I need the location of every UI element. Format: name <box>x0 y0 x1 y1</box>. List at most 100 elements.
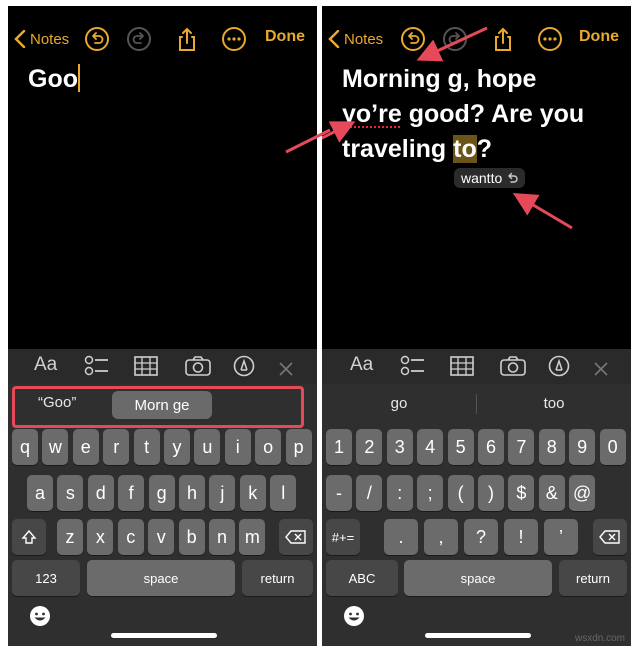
markup-pen-icon[interactable] <box>233 355 255 377</box>
key-h[interactable]: h <box>179 475 205 511</box>
key-punct-2[interactable]: ? <box>464 519 498 555</box>
note-text: Goo <box>28 65 78 93</box>
arrow-to-undo <box>416 26 488 62</box>
key-u[interactable]: u <box>194 429 221 465</box>
chevron-left-icon <box>14 30 26 48</box>
key-punct-4[interactable]: ’ <box>544 519 578 555</box>
notes-screen-left: Notes Done Goo Aa “Goo” Morn ge qwertyui… <box>8 6 317 646</box>
abc-key[interactable]: ABC <box>326 560 398 596</box>
key-x[interactable]: x <box>87 519 114 555</box>
text-format-icon[interactable]: Aa <box>350 354 373 376</box>
key-&[interactable]: & <box>538 475 565 511</box>
space-key[interactable]: space <box>404 560 552 596</box>
key-1[interactable]: 1 <box>326 429 352 465</box>
annotation-arrow-left-part <box>285 128 331 154</box>
key-2[interactable]: 2 <box>356 429 383 465</box>
key-e[interactable]: e <box>72 429 99 465</box>
table-icon[interactable] <box>449 355 475 377</box>
key-([interactable]: ( <box>447 475 474 511</box>
key-7[interactable]: 7 <box>508 429 535 465</box>
key-punct-0[interactable]: . <box>384 519 418 555</box>
key-punct-3[interactable]: ! <box>504 519 538 555</box>
shift-icon <box>21 529 37 544</box>
numbers-key[interactable]: 123 <box>12 560 80 596</box>
watermark: wsxdn.com <box>574 633 625 644</box>
key-d[interactable]: d <box>87 475 114 511</box>
keyboard: Aa go too 1 2 3 4 5 6 7 8 9 0 - /:;() $ & @ #+=.,?!’ ABC… <box>322 349 631 646</box>
format-toolbar: Aa <box>8 349 317 384</box>
key-5[interactable]: 5 <box>447 429 474 465</box>
undo-icon[interactable] <box>84 26 110 52</box>
nav-bar: Notes Done <box>8 6 317 66</box>
suggestion-1[interactable]: go <box>322 395 476 412</box>
key-4[interactable]: 4 <box>417 429 444 465</box>
key-r[interactable]: r <box>103 429 130 465</box>
key-p[interactable]: p <box>285 429 312 465</box>
back-label: Notes <box>30 30 70 48</box>
key-z[interactable]: z <box>57 519 83 555</box>
share-icon[interactable] <box>174 26 200 52</box>
back-button[interactable]: Notes <box>14 30 69 48</box>
key-6[interactable]: 6 <box>478 429 504 465</box>
key-k[interactable]: k <box>239 475 266 511</box>
key-t[interactable]: t <box>133 429 160 465</box>
key-q[interactable]: q <box>12 429 38 465</box>
key-c[interactable]: c <box>117 519 144 555</box>
home-indicator <box>111 633 217 638</box>
home-indicator <box>425 633 531 638</box>
key-n[interactable]: n <box>209 519 235 555</box>
key-a[interactable]: a <box>27 475 53 511</box>
table-icon[interactable] <box>133 355 159 377</box>
key-f[interactable]: f <box>118 475 145 511</box>
key-8[interactable]: 8 <box>538 429 565 465</box>
key--[interactable]: - <box>326 475 352 511</box>
key-g[interactable]: g <box>148 475 175 511</box>
camera-icon[interactable] <box>499 355 527 377</box>
key-b[interactable]: b <box>178 519 205 555</box>
notes-screen-right: Notes Done Morning g, hope yo’re good? A… <box>322 6 631 646</box>
key-:[interactable]: : <box>386 475 413 511</box>
checklist-icon[interactable] <box>400 355 426 377</box>
space-key[interactable]: space <box>87 560 235 596</box>
key-i[interactable]: i <box>224 429 251 465</box>
key-y[interactable]: y <box>164 429 190 465</box>
key-j[interactable]: j <box>209 475 236 511</box>
shift-key[interactable] <box>12 519 46 555</box>
close-icon[interactable] <box>593 358 609 380</box>
delete-key[interactable] <box>279 519 313 555</box>
key-/[interactable]: / <box>356 475 383 511</box>
format-toolbar: Aa <box>322 349 631 384</box>
emoji-icon[interactable] <box>342 604 366 628</box>
key-punct-1[interactable]: , <box>424 519 458 555</box>
key-3[interactable]: 3 <box>386 429 413 465</box>
markup-pen-icon[interactable] <box>548 355 570 377</box>
return-key[interactable]: return <box>242 560 313 596</box>
key-s[interactable]: s <box>57 475 84 511</box>
close-icon[interactable] <box>278 358 294 380</box>
key-$[interactable]: $ <box>508 475 535 511</box>
key-m[interactable]: m <box>239 519 266 555</box>
key-w[interactable]: w <box>42 429 69 465</box>
symbols-key[interactable]: #+= <box>326 519 360 555</box>
return-key[interactable]: return <box>559 560 627 596</box>
camera-icon[interactable] <box>184 355 212 377</box>
annotation-arrows <box>322 26 573 230</box>
key-;[interactable]: ; <box>417 475 444 511</box>
redo-icon[interactable] <box>126 26 152 52</box>
key-l[interactable]: l <box>270 475 297 511</box>
more-icon[interactable] <box>221 26 247 52</box>
suggestion-2[interactable]: too <box>477 395 631 412</box>
text-format-icon[interactable]: Aa <box>34 354 57 376</box>
key-@[interactable]: @ <box>569 475 596 511</box>
key-v[interactable]: v <box>148 519 175 555</box>
checklist-icon[interactable] <box>84 355 110 377</box>
key-9[interactable]: 9 <box>569 429 596 465</box>
text-caret <box>78 64 80 92</box>
key-0[interactable]: 0 <box>599 429 626 465</box>
key-)[interactable]: ) <box>478 475 504 511</box>
note-body[interactable]: Goo <box>28 64 80 94</box>
done-button[interactable]: Done <box>265 28 305 46</box>
emoji-icon[interactable] <box>28 604 52 628</box>
delete-key[interactable] <box>593 519 627 555</box>
key-o[interactable]: o <box>255 429 282 465</box>
